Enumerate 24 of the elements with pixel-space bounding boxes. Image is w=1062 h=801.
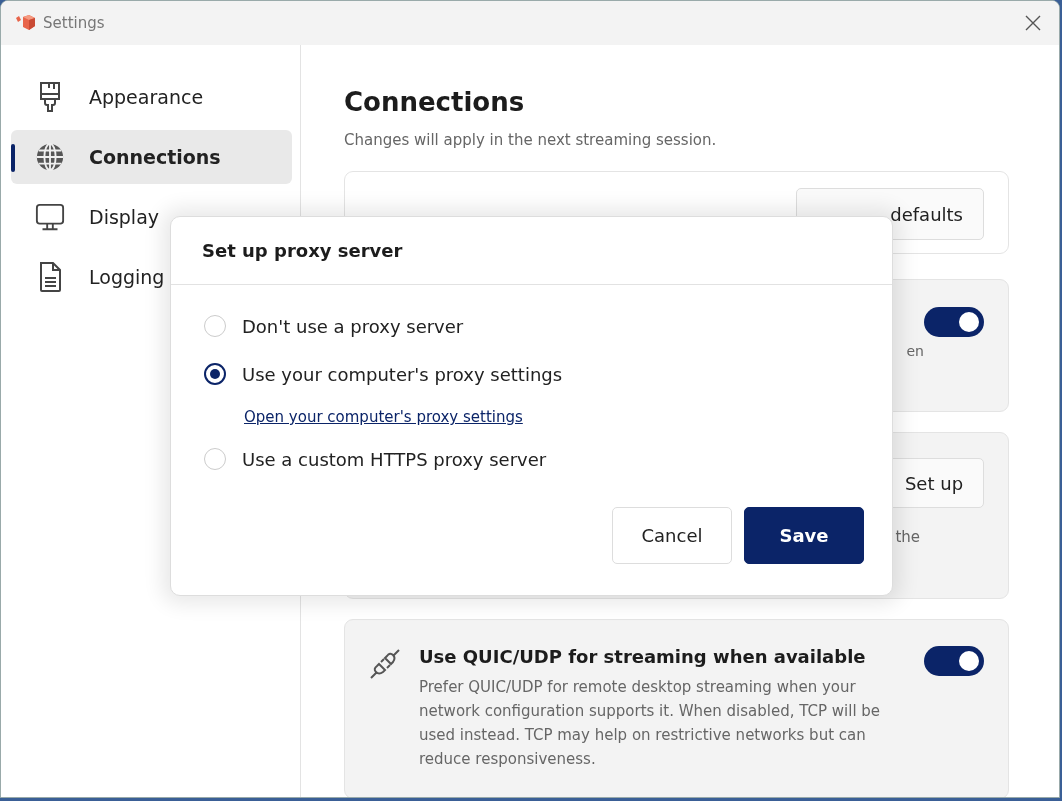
option-label[interactable]: Don't use a proxy server <box>242 315 464 337</box>
option-label[interactable]: Use a custom HTTPS proxy server <box>242 448 547 470</box>
setting-title: Use QUIC/UDP for streaming when available <box>419 646 867 667</box>
window-title: Settings <box>43 14 105 32</box>
page-subtitle: Changes will apply in the next streaming session. <box>344 131 718 149</box>
setting-description: the <box>895 528 920 546</box>
close-icon[interactable] <box>1025 15 1041 31</box>
option-label[interactable]: Use your computer's proxy settings <box>242 363 563 385</box>
dialog-title: Set up proxy server <box>171 217 892 285</box>
setting-description: Prefer QUIC/UDP for remote desktop streaming when your network configuration supports it. When disabled, TCP will be used instead. TCP may help on restrictive networks but can reduce responsiveness. <box>419 677 882 770</box>
sidebar-item[interactable]: Appearance <box>11 70 292 124</box>
toggle-switch[interactable] <box>924 307 984 337</box>
app-logo-icon <box>15 14 35 32</box>
page-heading: Connections <box>344 87 526 117</box>
toggle-switch[interactable] <box>924 646 984 676</box>
cancel-button[interactable]: Cancel <box>612 507 732 564</box>
settings-link[interactable]: Open your computer's proxy settings <box>244 408 523 426</box>
setting-description: en <box>906 343 924 359</box>
globe-icon <box>35 142 65 172</box>
monitor-icon <box>35 202 65 232</box>
radio-button[interactable] <box>204 363 226 385</box>
plug-icon <box>369 648 401 680</box>
save-button[interactable]: Save <box>744 507 864 564</box>
sidebar-item[interactable]: Connections <box>11 130 292 184</box>
